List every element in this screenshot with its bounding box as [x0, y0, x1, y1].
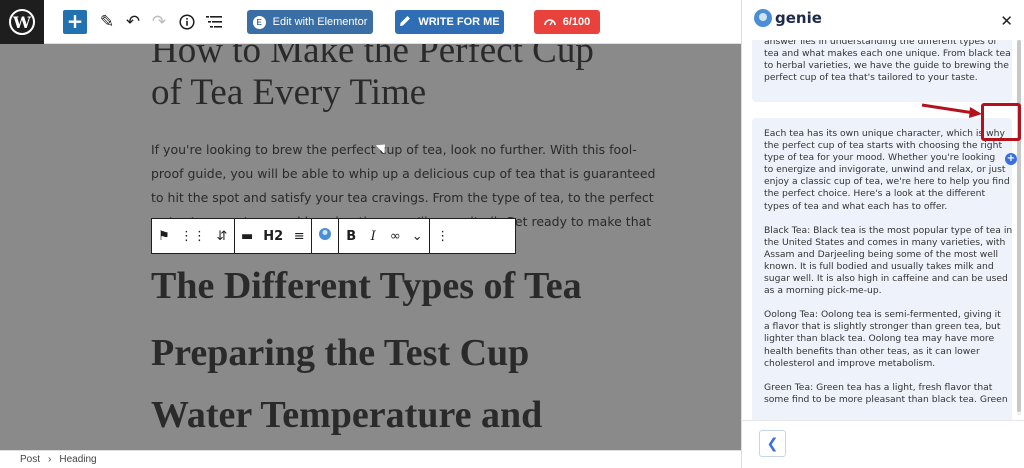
annotation-highlight-box [981, 103, 1021, 141]
list-view-icon[interactable] [202, 10, 226, 34]
link-icon[interactable]: ∞ [389, 229, 401, 244]
info-icon[interactable] [175, 10, 199, 34]
result-text-line: the perfect choice. Here's a look at the… [764, 188, 986, 200]
paragraph-line: proof guide, you will be able to whip up… [151, 166, 656, 181]
result-text-line: the United States and comes in many vari… [764, 236, 1006, 248]
pencil-tools-icon[interactable]: ✎ [95, 10, 119, 34]
post-title-line-1[interactable]: How to Make the Perfect Cup [151, 44, 594, 73]
scrollbar[interactable] [1017, 40, 1021, 415]
result-paragraph: Each tea has its own unique character, w… [764, 128, 1010, 213]
genie-panel-footer: ❮ [742, 420, 1024, 468]
scrollbar-thumb[interactable] [1017, 40, 1021, 412]
result-paragraph: Oolong Tea: Oolong tea is semi-fermented… [764, 309, 1001, 369]
block-toolbar: ⚑ ⋮⋮ ⇵ ▬ H2 ≡ B I ∞ ⌄ ⋮ [151, 218, 516, 254]
editor-top-toolbar: W + ✎ ↶ ↷ E Edit with Elementor WRITE FO… [0, 0, 741, 44]
heading-water-temperature[interactable]: Water Temperature and [151, 393, 542, 437]
bookmark-icon[interactable]: ⚑ [158, 229, 170, 244]
result-text-line: tea and what makes each one unique. From… [764, 48, 1011, 60]
genie-icon[interactable] [318, 227, 332, 245]
heading-level-button[interactable]: H2 [263, 229, 283, 244]
heading-preparing-cup[interactable]: Preparing the Test Cup [151, 331, 529, 375]
genie-results-list[interactable]: answer lies in understanding the differe… [742, 40, 1024, 420]
result-text-line: Each tea has its own unique character, w… [764, 128, 1005, 139]
post-title-line-2[interactable]: of Tea Every Time [151, 71, 426, 115]
chevron-down-icon[interactable]: ⌄ [411, 229, 423, 244]
edit-with-elementor-label: Edit with Elementor [272, 16, 368, 28]
undo-icon[interactable]: ↶ [121, 10, 145, 34]
chevron-right-icon: › [48, 454, 52, 465]
add-block-button[interactable]: + [63, 10, 87, 34]
result-text-line: some find to be more pleasant than black… [764, 393, 1008, 405]
annotation-arrow-icon [921, 103, 982, 118]
genie-brand-name: genie [775, 9, 822, 27]
result-text-line: cholesterol and improve metabolism. [764, 357, 936, 369]
wordpress-logo-button[interactable]: W [0, 0, 44, 44]
result-text-line: Assam and Darjeeling being some of the m… [764, 248, 999, 260]
genie-result-card[interactable]: answer lies in understanding the differe… [752, 40, 1012, 102]
result-text-line: perfect cup of tea that's tailored to yo… [764, 72, 978, 84]
chevron-left-icon: ❮ [766, 435, 779, 452]
result-paragraph: Green Tea: Green tea has a light, fresh … [764, 381, 1008, 406]
insert-plus-icon[interactable]: + [1005, 153, 1017, 165]
result-text-line: lighter than black tea. Oolong tea may h… [764, 333, 995, 345]
paragraph-line: to hit the spot and satisfy your tea cra… [151, 190, 654, 205]
result-text-line: a flavor that is slightly stronger than … [764, 321, 1001, 333]
close-icon[interactable]: ✕ [1000, 12, 1013, 30]
genie-logo-icon [754, 9, 772, 27]
bold-button[interactable]: B [345, 229, 357, 244]
breadcrumb-post[interactable]: Post [20, 454, 40, 465]
heading-block-icon[interactable]: ▬ [241, 229, 253, 244]
pencil-edit-icon [399, 15, 411, 30]
result-text-line: types of tea and what each has to offer. [764, 200, 948, 212]
move-up-down-icon[interactable]: ⇵ [216, 229, 228, 244]
block-toolbar-group-genie [312, 219, 340, 253]
result-text-line: Oolong Tea: Oolong tea is semi-fermented… [764, 309, 1001, 321]
heading-types-of-tea[interactable]: The Different Types of Tea [151, 264, 582, 308]
seo-score-button[interactable]: 6/100 [534, 10, 600, 34]
gauge-icon [543, 16, 556, 29]
result-text-line: known. It is full bodied and usually tak… [764, 260, 994, 272]
result-text-line: the perfect cup of tea starts with choos… [764, 140, 1003, 152]
result-text-line: answer lies in understanding the differe… [764, 40, 997, 47]
paragraph-line: If you're looking to brew the perfect cu… [151, 142, 637, 157]
genie-result-card[interactable]: Each tea has its own unique character, w… [752, 118, 1012, 420]
result-text-line: sugar well. It is also high in caffeine … [764, 273, 1008, 285]
editor-canvas[interactable]: How to Make the Perfect Cup of Tea Every… [0, 44, 741, 450]
result-text-line: to herbal varieties, we have the guide t… [764, 60, 1009, 72]
breadcrumb: Post › Heading [0, 450, 741, 468]
align-text-icon[interactable]: ≡ [293, 229, 305, 244]
genie-logo: genie [754, 9, 822, 27]
more-options-icon[interactable]: ⋮ [436, 229, 449, 244]
result-text-line: health benefits than other teas, as it c… [764, 345, 980, 357]
italic-button[interactable]: I [367, 229, 379, 244]
edit-with-elementor-button[interactable]: E Edit with Elementor [247, 10, 373, 34]
result-text-line: type of tea for your mood. Whether you'r… [764, 152, 996, 164]
result-paragraph: Black Tea: Black tea is the most popular… [764, 224, 1013, 298]
result-text-line: as a morning pick-me-up. [764, 285, 882, 297]
redo-icon[interactable]: ↷ [147, 10, 171, 34]
genie-panel: genie ✕ answer lies in understanding the… [741, 0, 1024, 468]
seo-score-label: 6/100 [562, 16, 591, 28]
block-toolbar-group-type: ▬ H2 ≡ [235, 219, 313, 253]
block-toolbar-group-format: B I ∞ ⌄ [339, 219, 431, 253]
genie-panel-header: genie ✕ [742, 0, 1024, 40]
block-toolbar-group-move: ⚑ ⋮⋮ ⇵ [152, 219, 235, 253]
result-text-line: to energize and invigorate, unwind and r… [764, 164, 1006, 176]
result-text-line: Green Tea: Green tea has a light, fresh … [764, 381, 993, 393]
wordpress-icon: W [9, 9, 35, 35]
write-for-me-label: WRITE FOR ME [418, 16, 500, 28]
drag-handle-icon[interactable]: ⋮⋮ [180, 229, 206, 244]
result-text-line: Black Tea: Black tea is the most popular… [764, 224, 1013, 236]
write-for-me-button[interactable]: WRITE FOR ME [395, 10, 504, 34]
back-button[interactable]: ❮ [759, 430, 786, 457]
breadcrumb-heading[interactable]: Heading [59, 454, 96, 465]
block-toolbar-group-options: ⋮ [430, 219, 455, 253]
elementor-icon: E [252, 15, 266, 29]
result-text-line: enjoy a classic cup of tea, we're here t… [764, 176, 1010, 188]
